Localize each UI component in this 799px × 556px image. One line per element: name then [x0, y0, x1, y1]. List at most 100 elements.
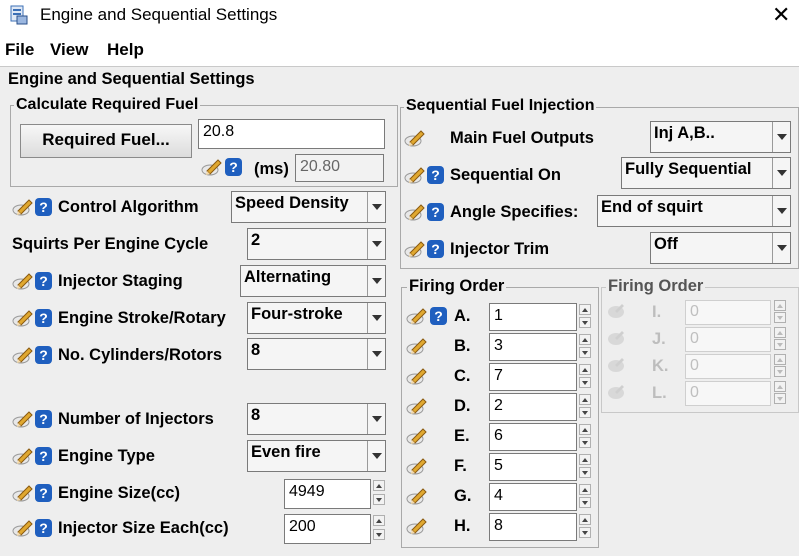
cylinders-label: No. Cylinders/Rotors [58, 346, 223, 364]
pencil-icon[interactable] [406, 366, 428, 386]
help-icon[interactable]: ? [35, 309, 52, 327]
help-icon[interactable]: ? [35, 447, 52, 465]
pencil-icon[interactable] [406, 516, 428, 536]
help-icon[interactable]: ? [35, 519, 52, 537]
pencil-icon[interactable] [404, 202, 426, 222]
pencil-icon[interactable] [406, 396, 428, 416]
help-icon[interactable]: ? [225, 158, 242, 176]
app-icon [10, 5, 28, 25]
help-icon[interactable]: ? [35, 484, 52, 502]
help-icon[interactable]: ? [427, 166, 444, 184]
firing-order-input[interactable]: 8 [489, 513, 577, 541]
required-fuel-value[interactable]: 20.8 [198, 119, 385, 149]
pencil-icon[interactable] [406, 336, 428, 356]
firing-order-input-disabled: 0 [685, 354, 771, 379]
pencil-icon[interactable] [12, 518, 34, 538]
pencil-icon[interactable] [12, 345, 34, 365]
firing-order-label: B. [454, 337, 471, 355]
seq-group-title: Sequential Fuel Injection [404, 97, 597, 115]
squirts-select[interactable]: 2 [247, 228, 386, 260]
pencil-icon[interactable] [406, 456, 428, 476]
help-icon[interactable]: ? [35, 198, 52, 216]
engine-size-input[interactable]: 4949 [284, 479, 371, 509]
angle-specifies-label: Angle Specifies: [450, 203, 579, 221]
firing-order-input[interactable]: 1 [489, 303, 577, 331]
engine-type-label: Engine Type [58, 447, 155, 465]
help-icon[interactable]: ? [35, 346, 52, 364]
firing-order-input[interactable]: 6 [489, 423, 577, 451]
injector-staging-label: Injector Staging [58, 272, 183, 290]
close-icon[interactable]: ✕ [772, 2, 790, 28]
firing-order-input[interactable]: 3 [489, 333, 577, 361]
firing-order-label: J. [652, 330, 666, 348]
pencil-icon[interactable] [12, 271, 34, 291]
firing-order-input-disabled: 0 [685, 300, 771, 325]
window-title: Engine and Sequential Settings [40, 5, 278, 24]
engine-stroke-select[interactable]: Four-stroke [247, 302, 386, 334]
help-icon[interactable]: ? [427, 240, 444, 258]
pencil-icon[interactable] [404, 165, 426, 185]
engine-size-label: Engine Size(cc) [58, 484, 180, 502]
disabled-pencil-icon [606, 356, 626, 374]
pencil-icon[interactable] [406, 306, 428, 326]
main-fuel-outputs-label: Main Fuel Outputs [450, 129, 594, 147]
pencil-icon[interactable] [12, 308, 34, 328]
engine-type-select[interactable]: Even fire [247, 440, 386, 472]
help-icon[interactable]: ? [35, 410, 52, 428]
pencil-icon[interactable] [406, 426, 428, 446]
firing-order-label: L. [652, 384, 667, 402]
firing-order-label: E. [454, 427, 470, 445]
sequential-on-label: Sequential On [450, 166, 561, 184]
firing-order-label: A. [454, 307, 471, 325]
injector-size-input[interactable]: 200 [284, 514, 371, 544]
pencil-icon[interactable] [404, 239, 426, 259]
firing-order-input[interactable]: 5 [489, 453, 577, 481]
injector-size-label: Injector Size Each(cc) [58, 519, 229, 537]
menu-help[interactable]: Help [107, 40, 144, 60]
firing-order-input-disabled: 0 [685, 327, 771, 352]
firing-order-label: I. [652, 303, 662, 321]
main-fuel-outputs-select[interactable]: Inj A,B.. [650, 121, 791, 153]
firing-order-label: C. [454, 367, 471, 385]
help-icon[interactable]: ? [35, 272, 52, 290]
firing-order-input[interactable]: 4 [489, 483, 577, 511]
firing-order-label: K. [652, 357, 669, 375]
required-fuel-button[interactable]: Required Fuel... [20, 124, 192, 158]
pencil-icon[interactable] [12, 483, 34, 503]
help-icon[interactable]: ? [427, 203, 444, 221]
pencil-icon[interactable] [12, 197, 34, 217]
injector-staging-select[interactable]: Alternating [240, 265, 386, 297]
pencil-icon[interactable] [404, 128, 426, 148]
required-fuel-ms: 20.80 [295, 154, 384, 182]
ms-label: (ms) [254, 160, 289, 178]
firing-order-label: D. [454, 397, 471, 415]
firing-order-input[interactable]: 7 [489, 363, 577, 391]
panel-title: Engine and Sequential Settings [8, 70, 255, 88]
menu-file[interactable]: File [5, 40, 34, 60]
firing-order-label: F. [454, 457, 467, 475]
injector-trim-select[interactable]: Off [650, 232, 791, 264]
calc-fuel-title: Calculate Required Fuel [14, 96, 201, 114]
disabled-pencil-icon [606, 302, 626, 320]
firing-order-title-2: Firing Order [606, 277, 706, 296]
control-algorithm-select[interactable]: Speed Density [231, 191, 386, 223]
num-injectors-label: Number of Injectors [58, 410, 214, 428]
disabled-pencil-icon [606, 383, 626, 401]
disabled-pencil-icon [606, 329, 626, 347]
cylinders-select[interactable]: 8 [247, 338, 386, 370]
engine-stroke-label: Engine Stroke/Rotary [58, 309, 226, 327]
firing-order-input-disabled: 0 [685, 381, 771, 406]
injector-trim-label: Injector Trim [450, 240, 550, 258]
menu-view[interactable]: View [50, 40, 88, 60]
pencil-icon[interactable] [201, 157, 223, 177]
control-algorithm-label: Control Algorithm [58, 198, 199, 216]
angle-specifies-select[interactable]: End of squirt [597, 195, 791, 227]
firing-order-input[interactable]: 2 [489, 393, 577, 421]
pencil-icon[interactable] [12, 446, 34, 466]
pencil-icon[interactable] [406, 486, 428, 506]
help-icon[interactable]: ? [430, 307, 447, 325]
sequential-on-select[interactable]: Fully Sequential [621, 157, 791, 189]
firing-order-title-1: Firing Order [407, 277, 507, 296]
num-injectors-select[interactable]: 8 [247, 403, 386, 435]
pencil-icon[interactable] [12, 409, 34, 429]
